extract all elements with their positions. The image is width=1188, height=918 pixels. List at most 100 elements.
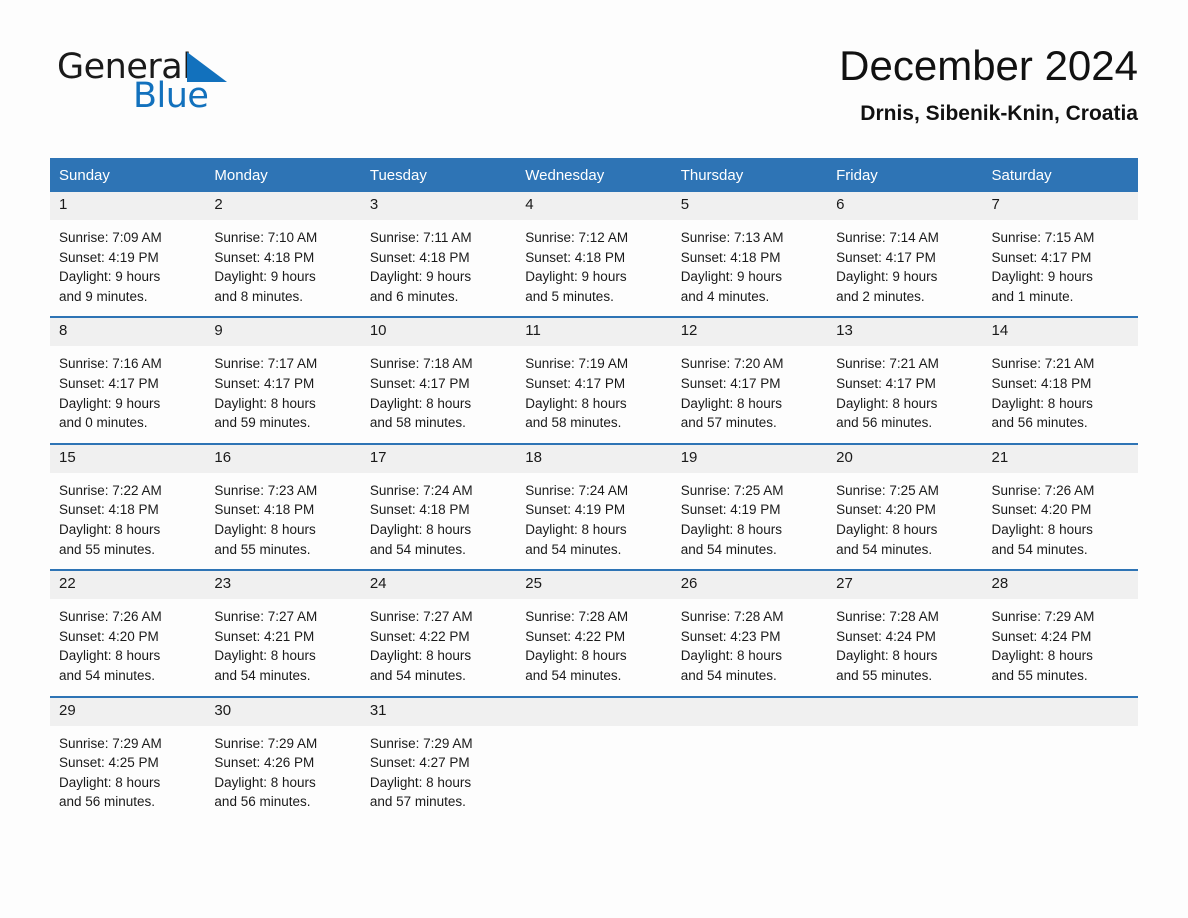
calendar-week-row: 22 Sunrise: 7:26 AM Sunset: 4:20 PM Dayligh…	[50, 569, 1138, 697]
day-cell[interactable]: 11 Sunrise: 7:19 AM Sunset: 4:17 PM Dayligh…	[516, 316, 672, 444]
daylight-text-line1: Daylight: 8 hours	[525, 395, 627, 411]
sunset-text: Sunset: 4:18 PM	[214, 502, 315, 518]
sunset-text: Sunset: 4:18 PM	[525, 249, 626, 265]
day-cell[interactable]: 4 Sunrise: 7:12 AM Sunset: 4:18 PM Daylight…	[516, 192, 672, 318]
sunset-text: Sunset: 4:18 PM	[59, 502, 159, 518]
daylight-text-line1: Daylight: 8 hours	[59, 521, 161, 537]
day-cell[interactable]: 8 Sunrise: 7:16 AM Sunset: 4:17 PM Daylight…	[50, 316, 206, 444]
day-number: 17	[360, 444, 517, 473]
sunset-text: Sunset: 4:17 PM	[836, 249, 936, 265]
day-info: Sunrise: 7:21 AM Sunset: 4:17 PM Daylight:…	[827, 346, 982, 442]
daylight-text-line1: Daylight: 8 hours	[214, 521, 316, 537]
day-info: Sunrise: 7:26 AM Sunset: 4:20 PM Daylight:…	[50, 599, 205, 695]
sunrise-text: Sunrise: 7:16 AM	[59, 356, 162, 372]
day-cell[interactable]: 23 Sunrise: 7:27 AM Sunset: 4:21 PM Dayligh…	[205, 569, 361, 697]
daylight-text-line2: and 55 minutes.	[214, 541, 311, 557]
day-cell[interactable]: 5 Sunrise: 7:13 AM Sunset: 4:18 PM Daylight…	[671, 192, 828, 318]
day-cell[interactable]: 26 Sunrise: 7:28 AM Sunset: 4:23 PM Dayligh…	[671, 569, 828, 697]
daylight-text-line1: Daylight: 9 hours	[59, 395, 161, 411]
sunrise-text: Sunrise: 7:22 AM	[59, 482, 162, 498]
day-cell[interactable]: 19 Sunrise: 7:25 AM Sunset: 4:19 PM Dayligh…	[671, 442, 828, 571]
day-info: Sunrise: 7:11 AM Sunset: 4:18 PM Daylight:…	[361, 220, 516, 316]
calendar-table: Sunday Monday Tuesday Wednesday Thursday…	[50, 158, 1138, 822]
day-cell[interactable]: 7 Sunrise: 7:15 AM Sunset: 4:17 PM Daylight…	[982, 192, 1138, 318]
sunrise-text: Sunrise: 7:19 AM	[525, 356, 629, 372]
day-cell[interactable]: 3 Sunrise: 7:11 AM Sunset: 4:18 PM Daylight…	[360, 192, 517, 318]
day-number	[827, 697, 983, 726]
daylight-text-line1: Daylight: 8 hours	[680, 648, 782, 664]
day-cell[interactable]: 18 Sunrise: 7:24 AM Sunset: 4:19 PM Dayligh…	[516, 442, 672, 571]
day-cell[interactable]: 21 Sunrise: 7:26 AM Sunset: 4:20 PM Dayligh…	[982, 442, 1138, 571]
sunset-text: Sunset: 4:17 PM	[836, 375, 936, 391]
day-cell[interactable]: 2 Sunrise: 7:10 AM Sunset: 4:18 PM Daylight…	[205, 192, 361, 318]
sunrise-text: Sunrise: 7:29 AM	[59, 735, 162, 751]
day-cell[interactable]: 24 Sunrise: 7:27 AM Sunset: 4:22 PM Dayligh…	[360, 569, 517, 697]
day-number: 30	[205, 697, 361, 726]
sunset-text: Sunset: 4:17 PM	[369, 375, 470, 391]
day-cell-empty	[827, 695, 983, 822]
daylight-text-line1: Daylight: 8 hours	[836, 395, 938, 411]
day-info: Sunrise: 7:28 AM Sunset: 4:23 PM Daylight:…	[672, 599, 827, 695]
day-cell[interactable]: 9 Sunrise: 7:17 AM Sunset: 4:17 PM Daylight…	[205, 316, 361, 444]
day-info: Sunrise: 7:25 AM Sunset: 4:20 PM Daylight:…	[827, 473, 982, 569]
day-number: 4	[516, 192, 672, 220]
weekday-header-monday: Monday	[205, 158, 361, 192]
weekday-header-thursday: Thursday	[671, 158, 828, 192]
day-number: 19	[671, 444, 828, 473]
daylight-text-line1: Daylight: 8 hours	[525, 521, 627, 537]
daylight-text-line1: Daylight: 8 hours	[59, 648, 161, 664]
daylight-text-line2: and 58 minutes.	[525, 415, 622, 431]
page-title: December 2024	[839, 42, 1138, 89]
daylight-text-line2: and 1 minute.	[991, 288, 1074, 304]
day-cell[interactable]: 12 Sunrise: 7:20 AM Sunset: 4:17 PM Dayligh…	[671, 316, 828, 444]
sunset-text: Sunset: 4:17 PM	[525, 375, 626, 391]
daylight-text-line1: Daylight: 8 hours	[369, 774, 472, 790]
daylight-text-line1: Daylight: 8 hours	[680, 521, 782, 537]
day-number: 21	[982, 444, 1138, 473]
day-cell[interactable]: 31 Sunrise: 7:29 AM Sunset: 4:27 PM Dayligh…	[360, 695, 517, 822]
day-cell[interactable]: 13 Sunrise: 7:21 AM Sunset: 4:17 PM Dayligh…	[827, 316, 983, 444]
day-cell[interactable]: 6 Sunrise: 7:14 AM Sunset: 4:17 PM Daylight…	[827, 192, 983, 318]
daylight-text-line2: and 0 minutes.	[59, 415, 148, 431]
sunrise-text: Sunrise: 7:28 AM	[680, 609, 784, 625]
day-cell[interactable]: 20 Sunrise: 7:25 AM Sunset: 4:20 PM Dayligh…	[827, 442, 983, 571]
daylight-text-line2: and 5 minutes.	[525, 288, 614, 304]
day-number: 31	[360, 697, 517, 726]
daylight-text-line1: Daylight: 9 hours	[680, 269, 782, 285]
sunrise-text: Sunrise: 7:29 AM	[991, 609, 1095, 625]
sunset-text: Sunset: 4:19 PM	[59, 249, 159, 265]
day-cell[interactable]: 14 Sunrise: 7:21 AM Sunset: 4:18 PM Dayligh…	[982, 316, 1138, 444]
day-cell[interactable]: 15 Sunrise: 7:22 AM Sunset: 4:18 PM Dayligh…	[50, 442, 206, 571]
day-info: Sunrise: 7:09 AM Sunset: 4:19 PM Daylight:…	[50, 220, 205, 316]
weekday-header-sunday: Sunday	[50, 158, 206, 192]
day-cell[interactable]: 29 Sunrise: 7:29 AM Sunset: 4:25 PM Dayligh…	[50, 695, 206, 822]
day-info: Sunrise: 7:17 AM Sunset: 4:17 PM Daylight:…	[205, 346, 360, 442]
day-cell[interactable]: 30 Sunrise: 7:29 AM Sunset: 4:26 PM Dayligh…	[205, 695, 361, 822]
daylight-text-line2: and 58 minutes.	[369, 415, 466, 431]
generalblue-logo[interactable]: General Blue	[57, 50, 287, 122]
sunset-text: Sunset: 4:20 PM	[59, 628, 159, 644]
sunrise-text: Sunrise: 7:26 AM	[991, 482, 1095, 498]
day-cell[interactable]: 28 Sunrise: 7:29 AM Sunset: 4:24 PM Dayligh…	[982, 569, 1138, 697]
daylight-text-line1: Daylight: 9 hours	[369, 269, 472, 285]
day-cell[interactable]: 1 Sunrise: 7:09 AM Sunset: 4:19 PM Daylight…	[50, 192, 206, 318]
sunrise-text: Sunrise: 7:29 AM	[369, 735, 473, 751]
day-cell[interactable]: 16 Sunrise: 7:23 AM Sunset: 4:18 PM Dayligh…	[205, 442, 361, 571]
sunset-text: Sunset: 4:18 PM	[991, 375, 1092, 391]
day-cell[interactable]: 17 Sunrise: 7:24 AM Sunset: 4:18 PM Dayligh…	[360, 442, 517, 571]
sunset-text: Sunset: 4:17 PM	[214, 375, 315, 391]
day-cell[interactable]: 25 Sunrise: 7:28 AM Sunset: 4:22 PM Dayligh…	[516, 569, 672, 697]
daylight-text-line2: and 59 minutes.	[214, 415, 311, 431]
daylight-text-line2: and 54 minutes.	[369, 541, 466, 557]
daylight-text-line2: and 54 minutes.	[680, 667, 777, 683]
day-cell[interactable]: 22 Sunrise: 7:26 AM Sunset: 4:20 PM Dayligh…	[50, 569, 206, 697]
day-cell[interactable]: 27 Sunrise: 7:28 AM Sunset: 4:24 PM Dayligh…	[827, 569, 983, 697]
sunset-text: Sunset: 4:17 PM	[991, 249, 1092, 265]
weekday-header-friday: Friday	[827, 158, 983, 192]
daylight-text-line2: and 57 minutes.	[369, 794, 466, 810]
day-number: 16	[205, 444, 361, 473]
sunrise-text: Sunrise: 7:18 AM	[369, 356, 473, 372]
day-cell[interactable]: 10 Sunrise: 7:18 AM Sunset: 4:17 PM Dayligh…	[360, 316, 517, 444]
daylight-text-line1: Daylight: 9 hours	[525, 269, 627, 285]
sunset-text: Sunset: 4:22 PM	[369, 628, 470, 644]
